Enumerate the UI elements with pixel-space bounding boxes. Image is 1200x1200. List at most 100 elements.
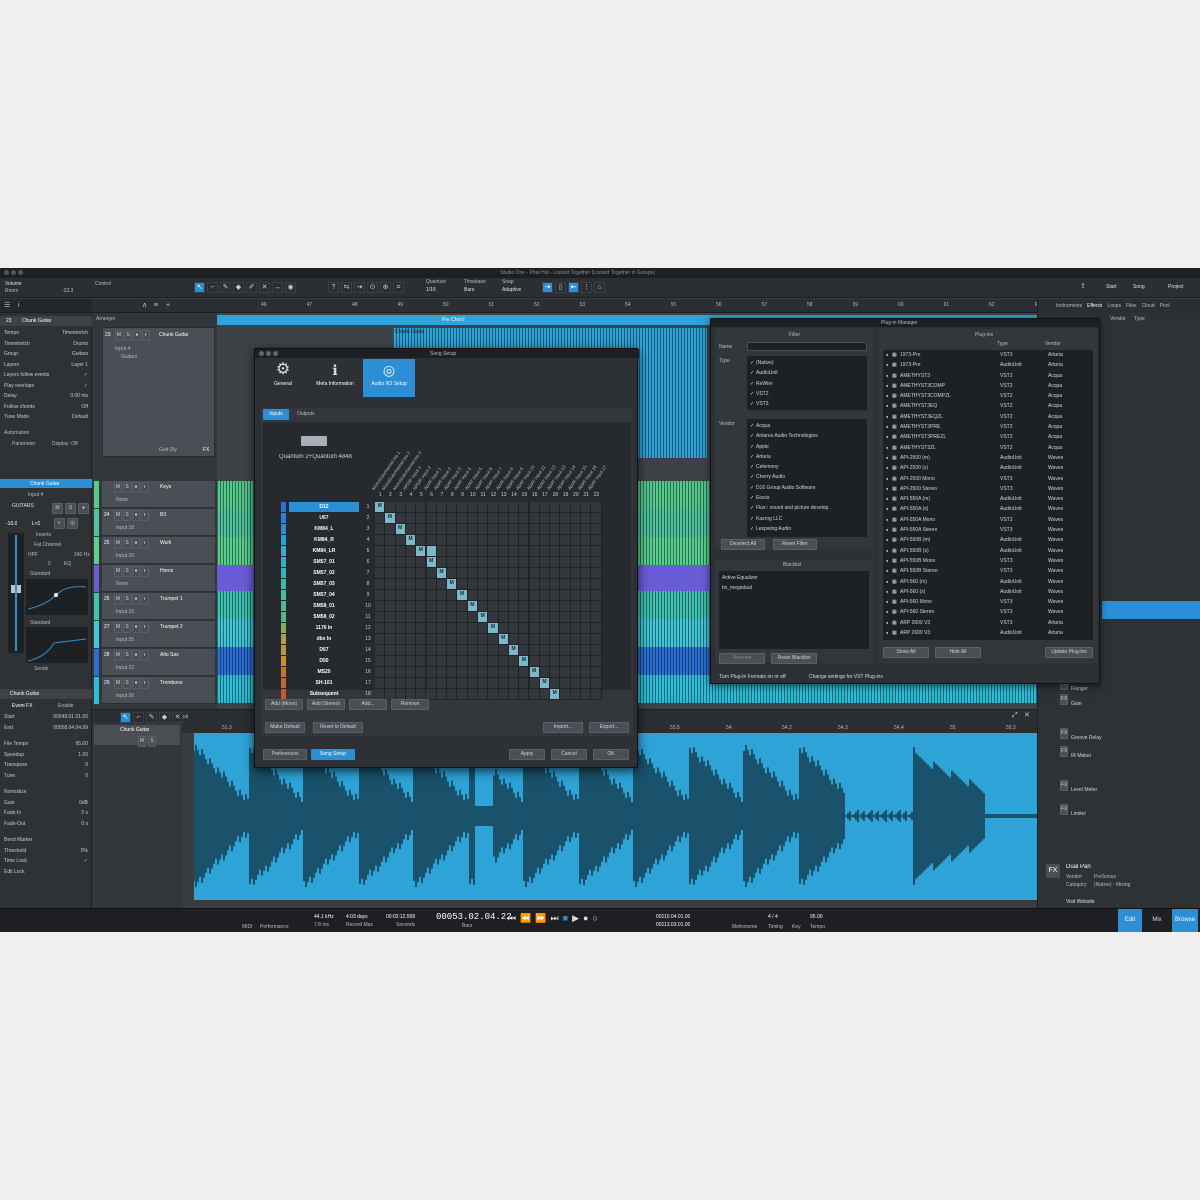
matrix-cell[interactable] (478, 689, 489, 700)
matrix-cell[interactable] (570, 678, 581, 689)
input-name[interactable]: KM84_R (289, 535, 359, 545)
matrix-cell[interactable] (581, 634, 592, 645)
matrix-cell[interactable] (591, 645, 602, 656)
matrix-cell[interactable] (457, 502, 468, 513)
snap-cursor-icon[interactable]: ⇤ (568, 282, 579, 293)
matrix-cell[interactable] (508, 579, 520, 590)
automation-display[interactable]: Display: Off (52, 441, 78, 447)
mix-view-button[interactable]: Mix (1145, 909, 1169, 932)
plugin-row[interactable]: ● ▦ API-560 (m) AudioUnit Waves (883, 577, 1093, 587)
matrix-cell[interactable] (591, 557, 602, 568)
matrix-cell[interactable] (436, 535, 448, 546)
matrix-cell[interactable] (457, 623, 468, 634)
volume-value[interactable]: -23.3 (62, 288, 73, 294)
matrix-cell[interactable] (519, 601, 530, 612)
matrix-cell[interactable] (457, 601, 468, 612)
editor-arrow-icon[interactable]: ↖ (120, 712, 131, 723)
matrix-cell[interactable] (591, 612, 602, 623)
matrix-cell[interactable] (519, 634, 530, 645)
matrix-cell[interactable] (467, 546, 478, 557)
matrix-cell[interactable] (416, 557, 427, 568)
matrix-cell[interactable] (375, 678, 386, 689)
matrix-cell[interactable] (457, 568, 468, 579)
matrix-cell[interactable] (395, 612, 406, 623)
matrix-cell[interactable] (447, 524, 458, 535)
matrix-cell[interactable] (405, 524, 417, 535)
matrix-cell[interactable] (539, 656, 551, 667)
bend-tool-icon[interactable]: ↔ (272, 282, 283, 293)
reset-filter-button[interactable]: Reset Filter (773, 539, 817, 550)
browser-item[interactable]: FXLevel Meter (1060, 780, 1200, 804)
matrix-cell[interactable] (560, 634, 571, 645)
matrix-cell[interactable] (447, 513, 458, 524)
matrix-cell[interactable] (416, 678, 427, 689)
matrix-cell[interactable] (375, 535, 386, 546)
matrix-cell[interactable] (405, 634, 417, 645)
matrix-cell[interactable] (519, 667, 530, 678)
matrix-cell[interactable] (416, 645, 427, 656)
input-name[interactable]: Subsequent (289, 689, 359, 699)
matrix-cell[interactable] (529, 535, 540, 546)
blacklist-remove-button[interactable]: Remove (719, 653, 765, 664)
matrix-cell[interactable] (488, 634, 499, 645)
matrix-cell[interactable] (405, 623, 417, 634)
matrix-cell[interactable] (447, 645, 458, 656)
matrix-cell[interactable] (498, 524, 509, 535)
matrix-cell[interactable] (498, 645, 509, 656)
matrix-cell[interactable] (447, 546, 458, 557)
track-chunk-guitar[interactable]: 23 M S ● ◐ Chunk Guitar Input 4 Guitars … (102, 327, 215, 457)
event-row[interactable]: Threshold 0% (0, 846, 92, 857)
matrix-cell[interactable] (447, 656, 458, 667)
loop-start[interactable]: 00110.04.01.00 (656, 914, 690, 920)
remove-button[interactable]: Remove (391, 699, 429, 710)
track-solo[interactable]: S (123, 566, 131, 577)
matrix-cell[interactable] (560, 535, 571, 546)
matrix-cell[interactable] (395, 546, 406, 557)
matrix-cell[interactable] (436, 612, 448, 623)
track-header[interactable]: 24 M S ● ◐ B3 Input 18 (94, 509, 215, 536)
track-monitor[interactable]: ◐ (141, 594, 149, 605)
matrix-cell[interactable] (508, 667, 520, 678)
matrix-cell[interactable] (457, 546, 468, 557)
track-record[interactable]: ● (132, 678, 140, 689)
cancel-button[interactable]: Cancel (551, 749, 587, 760)
plugin-row[interactable]: ● ▦ 1973-Pre VST3 Arturia (883, 350, 1093, 360)
matrix-cell[interactable] (498, 590, 509, 601)
matrix-cell[interactable] (488, 667, 499, 678)
matrix-cell[interactable] (591, 502, 602, 513)
matrix-cell[interactable] (426, 590, 437, 601)
matrix-cell[interactable] (539, 524, 551, 535)
channel-input[interactable]: Input 4 (28, 492, 43, 498)
matrix-cell[interactable] (550, 634, 561, 645)
matrix-cell[interactable] (447, 502, 458, 513)
matrix-cell[interactable] (550, 579, 561, 590)
plugin-row[interactable]: ● ▦ API-550A (s) AudioUnit Waves (883, 504, 1093, 514)
matrix-cell[interactable] (591, 513, 602, 524)
matrix-cell[interactable] (375, 590, 386, 601)
matrix-cell[interactable] (395, 590, 406, 601)
matrix-cell[interactable] (550, 568, 561, 579)
matrix-cell[interactable] (405, 546, 417, 557)
input-name[interactable]: SM58_01 (289, 601, 359, 611)
matrix-cell[interactable] (457, 689, 468, 700)
matrix-cell[interactable] (405, 590, 417, 601)
plugin-row[interactable]: ● ▦ ARP 2600 V3 VST3 Arturia (883, 618, 1093, 628)
matrix-cell[interactable] (416, 623, 427, 634)
browse-view-button[interactable]: Browse (1172, 909, 1198, 932)
plugin-row[interactable]: ● ▦ API-560 (s) AudioUnit Waves (883, 587, 1093, 597)
stop-icon[interactable]: ● (583, 913, 588, 924)
matrix-cell[interactable] (550, 612, 561, 623)
matrix-cell[interactable] (560, 689, 571, 700)
blacklist-item[interactable]: Active Equalizer (722, 573, 866, 583)
type-filter-item[interactable]: ✓ AudioUnit (750, 368, 864, 378)
plugin-row[interactable]: ● ▦ AMETHYST3COMPZL VST2 Acqua (883, 391, 1093, 401)
audio-bend-icon[interactable]: ⊕ (380, 282, 391, 293)
matrix-cell[interactable] (581, 667, 592, 678)
matrix-cell[interactable] (436, 689, 448, 700)
matrix-cell[interactable] (560, 678, 571, 689)
matrix-cell[interactable] (529, 579, 540, 590)
matrix-cell[interactable] (416, 524, 427, 535)
automation-icon[interactable]: ∧ (142, 301, 147, 311)
track-mute[interactable]: M (114, 510, 122, 521)
matrix-cell[interactable] (395, 568, 406, 579)
